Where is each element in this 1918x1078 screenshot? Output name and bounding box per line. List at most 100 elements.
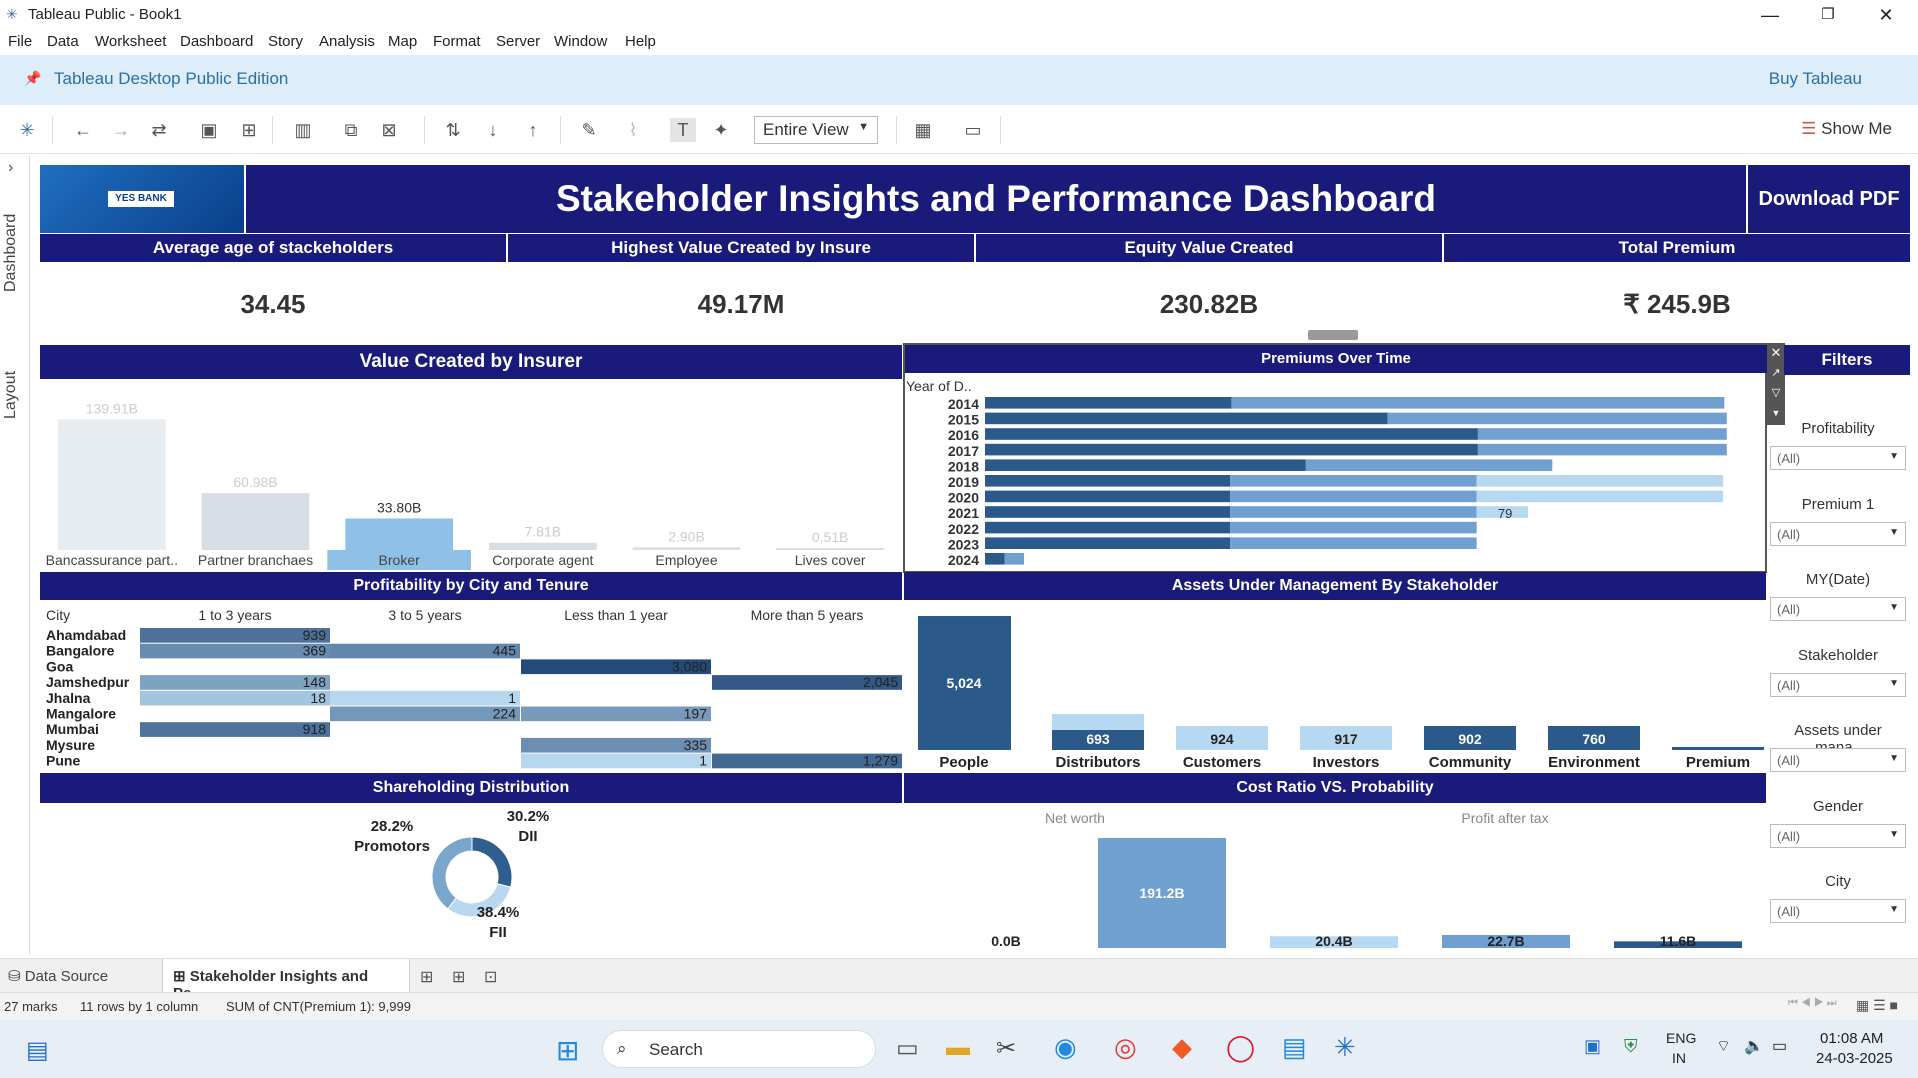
- tableau-logo-icon[interactable]: ✳: [14, 118, 40, 142]
- menu-worksheet[interactable]: Worksheet: [95, 33, 166, 50]
- duplicate-icon[interactable]: ⧉: [338, 118, 364, 142]
- filter-dropdown[interactable]: (All) ▼: [1770, 521, 1906, 546]
- snipping-tool-icon[interactable]: ✂: [996, 1034, 1016, 1063]
- sort-ascending-icon[interactable]: ↓: [480, 118, 506, 142]
- tab-nav-arrows[interactable]: ⏮ ◀ ▶ ⏭: [1788, 997, 1837, 1010]
- profitability-cell-label: 1,279: [863, 753, 898, 769]
- remove-sheet-icon[interactable]: ✕: [1767, 343, 1785, 363]
- chrome-icon[interactable]: ◎: [1114, 1032, 1137, 1063]
- close-button[interactable]: ✕: [1858, 2, 1914, 28]
- menu-help[interactable]: Help: [625, 33, 656, 50]
- new-datasource-icon[interactable]: ⊞: [236, 118, 262, 142]
- defender-icon[interactable]: ⛨: [1624, 1036, 1638, 1057]
- profitability-cell: [140, 722, 330, 737]
- go-to-sheet-icon[interactable]: ↗: [1767, 363, 1785, 383]
- side-panel-rail: › Dashboard Layout: [0, 155, 30, 955]
- premiums-year-label: 2022: [948, 521, 979, 537]
- save-icon[interactable]: ▣: [196, 118, 222, 142]
- active-dashboard-tab[interactable]: ⊞ Stakeholder Insights and Pe...: [162, 959, 410, 1002]
- show-labels-icon[interactable]: T: [670, 118, 696, 142]
- profitability-cell: [521, 737, 711, 753]
- new-story-tab-icon[interactable]: ⊡: [484, 967, 497, 987]
- show-me-button[interactable]: ☰ Show Me: [1801, 119, 1892, 139]
- widgets-icon[interactable]: ▤: [26, 1036, 49, 1065]
- premiums-bar-segment: [1231, 397, 1725, 409]
- aum-category-label: Environment: [1548, 754, 1640, 771]
- language-in: IN: [1672, 1050, 1686, 1066]
- show-cards-icon[interactable]: ▦: [910, 118, 936, 142]
- edition-banner: 📌 Tableau Desktop Public Edition Buy Tab…: [0, 55, 1918, 105]
- tableau-taskbar-icon[interactable]: ✳: [1334, 1032, 1356, 1063]
- group-icon[interactable]: ⌇: [620, 118, 646, 142]
- new-worksheet-icon[interactable]: ▥: [290, 118, 316, 142]
- data-source-tab[interactable]: ⛁ Data Source: [8, 967, 108, 985]
- search-icon: ⌕: [617, 1039, 627, 1058]
- filter-dropdown[interactable]: (All) ▼: [1770, 823, 1906, 848]
- menu-window[interactable]: Window: [554, 33, 607, 50]
- language-eng[interactable]: ENG: [1666, 1030, 1696, 1046]
- opera-icon[interactable]: ◯: [1226, 1032, 1255, 1063]
- redo-icon[interactable]: →: [108, 118, 134, 142]
- taskbar-search[interactable]: ⌕ Search: [602, 1030, 876, 1068]
- expand-panel-icon[interactable]: ›: [8, 159, 13, 177]
- menu-server[interactable]: Server: [496, 33, 540, 50]
- filter-dropdown[interactable]: (All) ▼: [1770, 748, 1906, 772]
- premiums-bar-segment: [1230, 521, 1477, 534]
- sheet-controls: ✕ ↗ ▽ ▼: [1767, 343, 1785, 425]
- download-pdf-button[interactable]: Download PDF: [1748, 165, 1910, 233]
- menu-map[interactable]: Map: [388, 33, 417, 50]
- menu-file[interactable]: File: [8, 33, 32, 50]
- profitability-column-header: 1 to 3 years: [198, 607, 271, 623]
- yes-bank-logo: YES BANK: [40, 165, 244, 233]
- clock-time[interactable]: 01:08 AM: [1820, 1030, 1883, 1047]
- swap-icon[interactable]: ⇄: [146, 118, 172, 142]
- drag-handle[interactable]: [1308, 330, 1358, 340]
- menu-bar: File Data Worksheet Dashboard Story Anal…: [0, 30, 1918, 54]
- presentation-icon[interactable]: ▭: [960, 118, 986, 142]
- menu-dashboard[interactable]: Dashboard: [180, 33, 253, 50]
- filter-dropdown[interactable]: (All) ▼: [1770, 446, 1906, 470]
- premiums-bar-segment: [985, 537, 1231, 549]
- clear-sheet-icon[interactable]: ⊠: [376, 118, 402, 142]
- store-icon[interactable]: ▣: [1584, 1036, 1601, 1057]
- menu-format[interactable]: Format: [433, 33, 481, 50]
- tab-layout[interactable]: Layout: [2, 355, 28, 435]
- sort-descending-icon[interactable]: ↑: [520, 118, 546, 142]
- wifi-icon[interactable]: ⌔: [1716, 1036, 1731, 1056]
- tab-dashboard[interactable]: Dashboard: [2, 203, 28, 303]
- clock-date: 24-03-2025: [1816, 1050, 1893, 1067]
- buy-tableau-link[interactable]: Buy Tableau: [1769, 69, 1862, 89]
- fit-dropdown[interactable]: Entire View ▼: [754, 116, 878, 144]
- filter-icon[interactable]: ▽: [1767, 383, 1785, 403]
- status-marks: 27 marks: [4, 999, 58, 1014]
- highlight-icon[interactable]: ✎: [576, 118, 602, 142]
- notepad-icon[interactable]: ▤: [1282, 1032, 1307, 1063]
- filter-dropdown[interactable]: (All) ▼: [1770, 672, 1906, 697]
- filter-dropdown[interactable]: (All) ▼: [1770, 899, 1906, 923]
- chevron-down-icon: ▼: [1889, 753, 1899, 764]
- premiums-bar-segment: [985, 397, 1232, 409]
- maximize-button[interactable]: ❐: [1800, 2, 1856, 28]
- volume-icon[interactable]: 🔈: [1744, 1036, 1764, 1056]
- undo-icon[interactable]: ←: [70, 118, 96, 142]
- task-view-icon[interactable]: ▭: [896, 1034, 919, 1063]
- swap-rows-columns-icon[interactable]: ⇅: [440, 118, 466, 142]
- filter-dropdown[interactable]: (All) ▼: [1770, 597, 1906, 621]
- new-dashboard-tab-icon[interactable]: ⊞: [452, 967, 465, 987]
- brave-icon[interactable]: ◆: [1172, 1032, 1192, 1063]
- aum-bar-label: 917: [1334, 731, 1358, 747]
- kpi-label-equity-value: Equity Value Created: [976, 234, 1442, 262]
- menu-analysis[interactable]: Analysis: [319, 33, 375, 50]
- edge-icon[interactable]: ◉: [1054, 1032, 1077, 1063]
- pin-axis-icon[interactable]: ✦: [708, 118, 734, 142]
- premiums-bar-segment: [985, 490, 1231, 503]
- menu-story[interactable]: Story: [268, 33, 303, 50]
- start-icon[interactable]: ⊞: [556, 1034, 579, 1067]
- minimize-button[interactable]: —: [1742, 2, 1798, 28]
- new-worksheet-tab-icon[interactable]: ⊞: [420, 967, 433, 987]
- view-toggle-icons[interactable]: ▦ ☰ ■: [1856, 997, 1898, 1014]
- menu-data[interactable]: Data: [47, 33, 79, 50]
- battery-icon[interactable]: ▭: [1772, 1036, 1787, 1056]
- file-explorer-icon[interactable]: ▬: [946, 1034, 970, 1062]
- chevron-down-icon: ▼: [1889, 526, 1899, 538]
